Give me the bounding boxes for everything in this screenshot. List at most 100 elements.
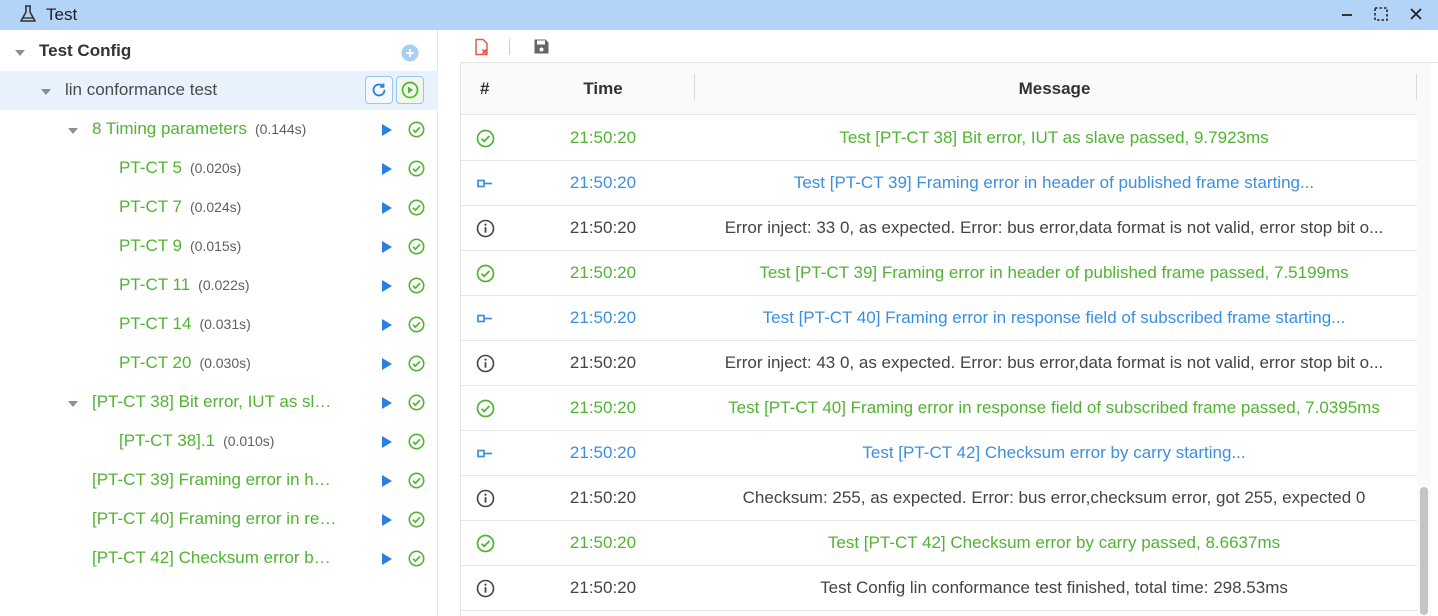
tree-item-label: PT-CT 20 (0.030s) [119,353,251,373]
check-circle-icon [408,472,425,489]
tree-item-duration: (0.144s) [254,121,307,137]
tree-root-label: Test Config [39,41,132,60]
play-icon[interactable] [382,202,392,214]
flask-icon [20,5,36,22]
log-message: Test [PT-CT 42] Checksum error by carry … [862,443,1246,462]
play-icon[interactable] [382,397,392,409]
add-icon[interactable] [401,44,419,62]
column-header-message[interactable]: Message [695,79,1414,99]
log-row[interactable]: 21:50:20 Error inject: 43 0, as expected.… [461,341,1417,386]
log-scrollbar-thumb[interactable] [1420,487,1428,615]
rerun-button[interactable] [365,76,393,104]
step-start-icon [477,449,492,458]
tree-item-label: 8 Timing parameters (0.144s) [92,119,306,139]
log-message: Test [PT-CT 40] Framing error in respons… [762,308,1346,327]
clear-log-icon[interactable] [473,38,491,56]
chevron-down-icon[interactable] [68,128,78,134]
tree-item-duration: (0.015s) [189,238,242,254]
step-start-icon [477,314,492,323]
log-row[interactable]: 21:50:20 Checksum: 255, as expected. Erro… [461,476,1417,521]
tree-item-duration: (0.024s) [189,199,242,215]
log-toolbar [460,30,1438,62]
tree-item-duration: (0.022s) [198,277,250,293]
check-circle-icon [408,433,425,450]
info-icon [476,354,495,373]
log-message: Test [PT-CT 40] Framing error in respons… [728,398,1380,417]
tree-config-label: lin conformance test [65,80,218,99]
log-time: 21:50:20 [569,533,637,552]
check-circle-icon [408,511,425,528]
tree-item-row[interactable]: [PT-CT 39] Framing error in h… [0,461,438,500]
log-row[interactable]: 21:50:20 Test [PT-CT 39] Framing error in… [461,161,1417,206]
tree-item-row[interactable]: [PT-CT 42] Checksum error b… [0,539,438,578]
log-row[interactable]: 21:50:20 Test [PT-CT 40] Framing error in… [461,386,1417,431]
close-button[interactable] [1405,3,1427,25]
tree-item-name: [PT-CT 38] Bit error, IUT as sl… [92,392,332,411]
info-icon [476,489,495,508]
play-icon[interactable] [382,124,392,136]
check-circle-icon [408,316,425,333]
tree-item-row[interactable]: [PT-CT 38].1 (0.010s) [0,422,438,461]
play-icon[interactable] [382,436,392,448]
play-icon[interactable] [382,163,392,175]
tree-item-label: [PT-CT 38].1 (0.010s) [119,431,274,451]
tree-config-row[interactable]: lin conformance test [0,71,438,110]
tree-item-name: 8 Timing parameters [92,119,247,138]
maximize-button[interactable] [1370,3,1392,25]
tree-item-name: PT-CT 5 [119,158,182,177]
log-row[interactable]: 21:50:20 Test [PT-CT 42] Checksum error b… [461,521,1417,566]
play-icon[interactable] [382,280,392,292]
tree-item-label: [PT-CT 38] Bit error, IUT as sl… [92,392,331,412]
chevron-down-icon[interactable] [41,89,51,95]
log-row[interactable]: 21:50:20 Error inject: 33 0, as expected.… [461,206,1417,251]
play-icon[interactable] [382,241,392,253]
tree-item-row[interactable]: PT-CT 11 (0.022s) [0,266,438,305]
tree-item-label: [PT-CT 39] Framing error in h… [92,470,331,490]
play-icon[interactable] [382,475,392,487]
log-message: Test Config lin conformance test finishe… [820,578,1288,597]
tree-item-row[interactable]: PT-CT 7 (0.024s) [0,188,438,227]
log-row[interactable]: 21:50:20 Test [PT-CT 40] Framing error in… [461,296,1417,341]
save-icon[interactable] [533,38,550,55]
play-icon[interactable] [382,553,392,565]
log-time: 21:50:20 [569,218,637,237]
info-icon [476,579,495,598]
tree-item-row[interactable]: PT-CT 9 (0.015s) [0,227,438,266]
tree-item-row[interactable]: [PT-CT 40] Framing error in re… [0,500,438,539]
log-message: Checksum: 255, as expected. Error: bus e… [742,488,1366,507]
tree-item-row[interactable]: PT-CT 20 (0.030s) [0,344,438,383]
log-time: 21:50:20 [569,173,637,192]
log-row[interactable]: 21:50:20 Test [PT-CT 42] Checksum error b… [461,431,1417,476]
tree-root-row[interactable]: Test Config [0,32,438,71]
tree-item-row[interactable]: 8 Timing parameters (0.144s) [0,110,438,149]
play-icon[interactable] [382,319,392,331]
toolbar-divider [509,39,510,55]
minimize-button[interactable] [1336,3,1358,25]
run-config-button[interactable] [396,76,424,104]
log-time: 21:50:20 [569,128,637,147]
tree-item-name: PT-CT 11 [119,275,191,294]
chevron-down-icon[interactable] [15,50,25,56]
tree-item-name: [PT-CT 39] Framing error in h… [92,470,331,489]
log-row[interactable]: 21:50:20 Test [PT-CT 38] Bit error, IUT a… [461,116,1417,161]
title-bar: Test [0,0,1438,30]
log-row[interactable]: 21:50:20 Test Config lin conformance test… [461,566,1417,611]
play-icon[interactable] [382,514,392,526]
check-circle-icon [408,394,425,411]
log-time: 21:50:20 [569,488,637,507]
close-icon [1410,8,1422,20]
tree-item-name: PT-CT 14 [119,314,192,333]
log-panel: # Time Message 21:50:20 Test [PT-CT 38] B… [460,30,1438,616]
play-icon[interactable] [382,358,392,370]
chevron-down-icon[interactable] [68,401,78,407]
log-time: 21:50:20 [569,308,637,327]
check-circle-icon [408,199,425,216]
tree-item-row[interactable]: PT-CT 14 (0.031s) [0,305,438,344]
log-message: Test [PT-CT 38] Bit error, IUT as slave … [839,128,1269,147]
tree-item-row[interactable]: [PT-CT 38] Bit error, IUT as sl… [0,383,438,422]
check-circle-icon [476,129,495,148]
minimize-icon [1342,14,1352,16]
tree-item-label: PT-CT 14 (0.031s) [119,314,251,334]
tree-item-row[interactable]: PT-CT 5 (0.020s) [0,149,438,188]
log-row[interactable]: 21:50:20 Test [PT-CT 39] Framing error in… [461,251,1417,296]
